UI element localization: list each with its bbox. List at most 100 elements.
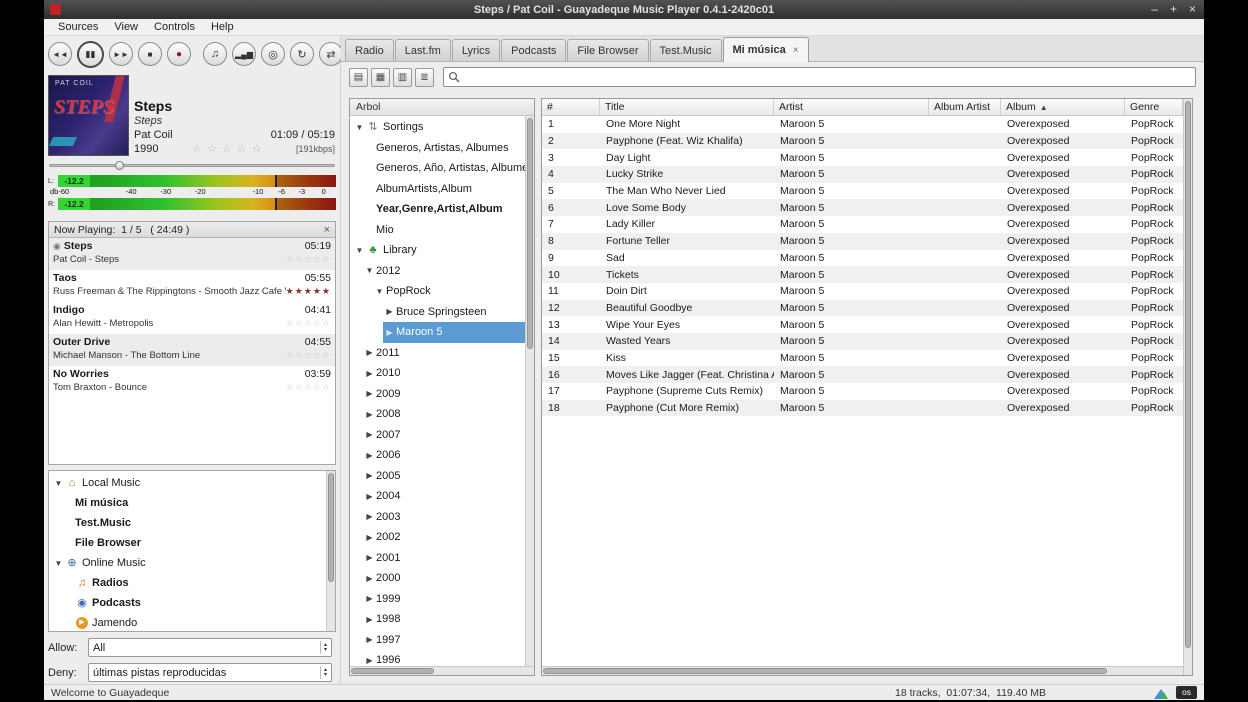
playlist-track-rating[interactable]: ★★★★★ xyxy=(286,285,331,298)
column-header-album[interactable]: Album▲ xyxy=(1001,99,1125,115)
library-item[interactable]: ▶1997 xyxy=(350,630,525,651)
column-header-genre[interactable]: Genre xyxy=(1125,99,1183,115)
volume-button[interactable]: ♫ xyxy=(203,42,227,66)
library-item[interactable]: AlbumArtists,Album xyxy=(350,179,525,200)
expander-icon[interactable]: ▶ xyxy=(363,451,376,460)
track-row[interactable]: 9SadMaroon 5OverexposedPopRock xyxy=(542,250,1183,267)
track-row[interactable]: 18Payphone (Cut More Remix)Maroon 5Overe… xyxy=(542,400,1183,417)
search-box[interactable] xyxy=(443,67,1196,87)
library-item[interactable]: ▶2001 xyxy=(350,548,525,569)
view-columns-button[interactable]: ▥ xyxy=(393,68,412,87)
tab-last.fm[interactable]: Last.fm xyxy=(395,39,451,61)
tab-file-browser[interactable]: File Browser xyxy=(567,39,648,61)
expander-icon[interactable]: ▶ xyxy=(383,307,396,316)
source-item[interactable]: ▼⌂Local Music xyxy=(49,473,326,493)
close-button[interactable]: × xyxy=(1189,0,1196,19)
library-item[interactable]: Generos, Artistas, Albumes xyxy=(350,138,525,159)
record-button[interactable]: ● xyxy=(167,42,191,66)
expander-icon[interactable]: ▼ xyxy=(363,266,376,275)
scrollbar-thumb[interactable] xyxy=(543,668,1107,674)
expander-icon[interactable]: ▶ xyxy=(363,533,376,542)
expander-icon[interactable]: ▼ xyxy=(353,246,366,255)
track-row[interactable]: 14Wasted YearsMaroon 5OverexposedPopRock xyxy=(542,333,1183,350)
column-header-album-artist[interactable]: Album Artist xyxy=(929,99,1001,115)
scrollbar-thumb[interactable] xyxy=(328,473,334,582)
status-badge[interactable]: os xyxy=(1176,686,1197,699)
library-item[interactable]: ▶2007 xyxy=(350,425,525,446)
equalizer-button[interactable]: ▂▄▆ xyxy=(232,42,256,66)
expander-icon[interactable]: ▶ xyxy=(363,656,376,665)
track-row[interactable]: 12Beautiful GoodbyeMaroon 5OverexposedPo… xyxy=(542,300,1183,317)
library-item[interactable]: ▶2004 xyxy=(350,486,525,507)
library-item[interactable]: ▶2008 xyxy=(350,404,525,425)
expander-icon[interactable]: ▶ xyxy=(363,410,376,419)
playlist-track-rating[interactable]: ☆☆☆☆☆ xyxy=(286,253,331,266)
track-row[interactable]: 5The Man Who Never LiedMaroon 5Overexpos… xyxy=(542,183,1183,200)
expander-icon[interactable]: ▶ xyxy=(363,348,376,357)
expander-icon[interactable]: ▼ xyxy=(52,559,65,568)
pause-button[interactable]: ▮▮ xyxy=(77,41,104,68)
library-item[interactable]: ▶2000 xyxy=(350,568,525,589)
table-horizontal-scrollbar[interactable] xyxy=(542,666,1183,675)
playlist-track-rating[interactable]: ☆☆☆☆☆ xyxy=(286,317,331,330)
playlist-row[interactable]: Outer Drive04:55Michael Manson - The Bot… xyxy=(49,334,335,366)
column-header-number[interactable]: # xyxy=(542,99,600,115)
track-row[interactable]: 16Moves Like Jagger (Feat. Christina AgM… xyxy=(542,366,1183,383)
source-item[interactable]: ◉Podcasts xyxy=(49,593,326,613)
expander-icon[interactable]: ▶ xyxy=(363,574,376,583)
search-input[interactable] xyxy=(464,69,1191,85)
expander-icon[interactable]: ▶ xyxy=(363,615,376,624)
tab-close-icon[interactable]: × xyxy=(793,45,799,56)
library-item[interactable]: ▶2006 xyxy=(350,445,525,466)
expander-icon[interactable]: ▼ xyxy=(373,287,386,296)
seek-handle[interactable] xyxy=(115,161,124,170)
library-item[interactable]: ▶Bruce Springsteen xyxy=(350,302,525,323)
menu-sources[interactable]: Sources xyxy=(50,20,106,34)
seek-slider[interactable] xyxy=(49,161,335,170)
library-item[interactable]: ▶1996 xyxy=(350,650,525,666)
sources-scrollbar[interactable] xyxy=(326,471,335,631)
playlist-row[interactable]: ◉Steps05:19Pat Coil - Steps☆☆☆☆☆ xyxy=(49,238,335,270)
playlist-row[interactable]: No Worries03:59Tom Braxton - Bounce☆☆☆☆☆ xyxy=(49,366,335,398)
allow-filter-select[interactable]: All ▴ ▾ xyxy=(88,638,332,657)
spin-down-icon[interactable]: ▾ xyxy=(324,673,327,678)
spin-down-icon[interactable]: ▾ xyxy=(324,648,327,653)
menu-help[interactable]: Help xyxy=(203,20,242,34)
track-row[interactable]: 3Day LightMaroon 5OverexposedPopRock xyxy=(542,149,1183,166)
library-item[interactable]: ▶2010 xyxy=(350,363,525,384)
track-row[interactable]: 2Payphone (Feat. Wiz Khalifa)Maroon 5Ove… xyxy=(542,133,1183,150)
scrollbar-thumb[interactable] xyxy=(1185,101,1191,648)
repeat-button[interactable]: ↻ xyxy=(290,42,314,66)
library-item[interactable]: ▶2003 xyxy=(350,507,525,528)
tab-lyrics[interactable]: Lyrics xyxy=(452,39,500,61)
smart-play-button[interactable]: ◎ xyxy=(261,42,285,66)
library-item[interactable]: ▶Maroon 5 xyxy=(350,322,525,343)
expander-icon[interactable]: ▶ xyxy=(363,512,376,521)
track-row[interactable]: 8Fortune TellerMaroon 5OverexposedPopRoc… xyxy=(542,233,1183,250)
expander-icon[interactable]: ▶ xyxy=(363,635,376,644)
column-header-artist[interactable]: Artist xyxy=(774,99,929,115)
now-playing-close-icon[interactable]: × xyxy=(324,224,330,236)
view-covers-button[interactable]: ▦ xyxy=(371,68,390,87)
source-item[interactable]: Test.Music xyxy=(49,513,326,533)
library-item[interactable]: Year,Genre,Artist,Album xyxy=(350,199,525,220)
expander-icon[interactable]: ▶ xyxy=(383,328,396,337)
track-row[interactable]: 6Love Some BodyMaroon 5OverexposedPopRoc… xyxy=(542,199,1183,216)
current-track-rating[interactable]: ☆ ☆ ☆ ☆ ☆ xyxy=(192,142,263,156)
seek-track[interactable] xyxy=(49,164,335,167)
library-item[interactable]: ▶1998 xyxy=(350,609,525,630)
track-row[interactable]: 10TicketsMaroon 5OverexposedPopRock xyxy=(542,266,1183,283)
tab-radio[interactable]: Radio xyxy=(345,39,394,61)
spinner-icon[interactable]: ▴ ▾ xyxy=(320,666,327,679)
scrollbar-thumb[interactable] xyxy=(351,668,434,674)
menu-controls[interactable]: Controls xyxy=(146,20,203,34)
expander-icon[interactable]: ▶ xyxy=(363,389,376,398)
track-row[interactable]: 13Wipe Your EyesMaroon 5OverexposedPopRo… xyxy=(542,316,1183,333)
expander-icon[interactable]: ▶ xyxy=(363,471,376,480)
column-header-title[interactable]: Title xyxy=(600,99,774,115)
track-row[interactable]: 1One More NightMaroon 5OverexposedPopRoc… xyxy=(542,116,1183,133)
minimize-button[interactable]: – xyxy=(1151,0,1158,19)
menu-view[interactable]: View xyxy=(106,20,146,34)
library-item[interactable]: ▶1999 xyxy=(350,589,525,610)
tab-mi-música[interactable]: Mi música× xyxy=(723,37,809,62)
